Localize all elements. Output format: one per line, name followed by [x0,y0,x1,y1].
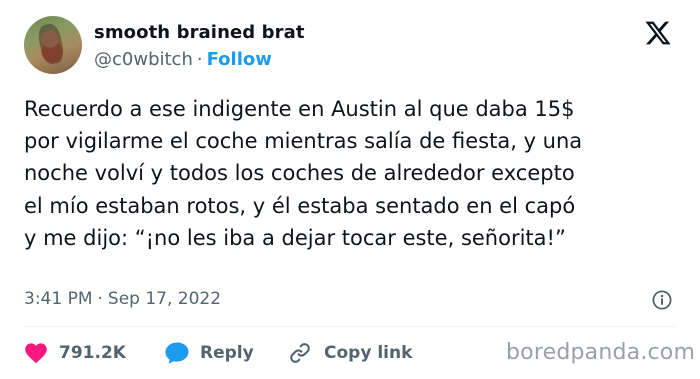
reply-button[interactable]: Reply [164,340,254,366]
tweet-text-line: noche volví y todos los coches de alrede… [24,161,575,186]
heart-icon [25,343,47,364]
tweet-text-line: por vigilarme el coche mientras salía de… [24,129,583,154]
divider [24,326,676,327]
reply-label: Reply [200,343,254,363]
tweet-text: Recuerdo a ese indigente en Austin al qu… [24,93,684,254]
tweet-time: 3:41 PM [24,289,93,309]
watermark: boredpanda.com [506,340,696,365]
author-handle[interactable]: @c0wbitch [94,49,193,70]
tweet-text-line: y me dijo: “¡no les iba a dejar tocar es… [24,225,566,250]
tweet-date: Sep 17, 2022 [107,289,222,309]
copy-link-button[interactable]: Copy link [288,340,412,366]
author-handle-row: @c0wbitch · Follow [94,49,272,70]
tweet-text-line: Recuerdo a ese indigente en Austin al qu… [24,97,575,121]
follow-button[interactable]: Follow [207,49,272,70]
tweet-timestamp[interactable]: 3:41 PM · Sep 17, 2022 [24,289,221,309]
x-logo-icon[interactable] [643,19,673,47]
info-icon[interactable] [652,290,672,310]
like-button[interactable]: 791.2K [24,340,126,366]
like-count: 791.2K [59,343,126,363]
link-icon [290,343,310,363]
tweet-card: smooth brained brat @c0wbitch · Follow Rec… [0,0,700,379]
avatar[interactable] [24,16,82,74]
tweet-text-line: el mío estaban rotos, y él estaba sentad… [24,193,576,218]
reply-bubble-icon [165,342,189,364]
timestamp-separator: · [97,289,103,309]
handle-separator: · [196,49,203,70]
author-display-name[interactable]: smooth brained brat [94,22,305,43]
copy-link-label: Copy link [324,343,413,363]
